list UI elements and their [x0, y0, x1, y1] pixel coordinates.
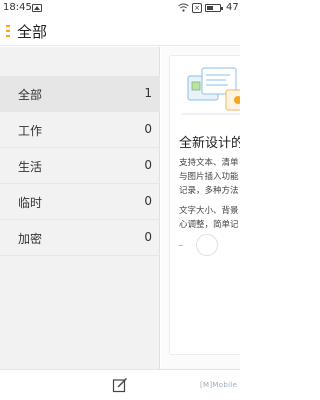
battery-icon	[205, 4, 223, 12]
battery-level: 47	[226, 2, 239, 13]
sidebar-item-life[interactable]: 生活 0	[0, 148, 160, 184]
sidebar-item-count: 1	[144, 86, 152, 100]
feature-illustration	[182, 67, 240, 115]
menu-icon[interactable]	[6, 25, 11, 37]
sidebar-item-count: 0	[144, 194, 152, 208]
note-body-line: 支持文本、清单	[179, 158, 239, 168]
sidebar-item-count: 0	[144, 230, 152, 244]
sidebar-item-label: 生活	[18, 160, 43, 174]
new-note-button[interactable]	[112, 377, 128, 393]
note-list-area: 全新设计的 支持文本、清单 与图片插入功能 记录，多种方法 文字大小、背景 心调…	[161, 47, 240, 369]
note-body-line: 心调整，简单记	[179, 220, 239, 230]
play-circle-icon[interactable]	[196, 234, 218, 256]
note-title: 全新设计的	[179, 136, 240, 151]
sidebar-item-all[interactable]: 全部 1	[0, 76, 160, 112]
sidebar-item-label: 加密	[18, 232, 43, 246]
wifi-icon	[178, 3, 189, 12]
note-body-line: 记录，多种方法	[179, 186, 239, 196]
note-body-line: 文字大小、背景	[179, 206, 239, 216]
bottom-bar: [M]Mobile	[0, 369, 240, 400]
note-body-line: 与图片插入功能	[179, 172, 239, 182]
sidebar-item-count: 0	[144, 158, 152, 172]
image-notification-icon	[32, 4, 42, 12]
note-card[interactable]: 全新设计的 支持文本、清单 与图片插入功能 记录，多种方法 文字大小、背景 心调…	[169, 55, 240, 355]
sidebar-item-label: 全部	[18, 88, 43, 102]
sidebar-item-label: 工作	[18, 124, 43, 138]
title-bar: 全部	[0, 16, 240, 46]
sidebar-item-count: 0	[144, 122, 152, 136]
note-body: 支持文本、清单 与图片插入功能 记录，多种方法 文字大小、背景 心调整，简单记	[179, 156, 239, 238]
no-sim-icon: ×	[192, 3, 202, 13]
divider	[179, 245, 183, 246]
brand-watermark: [M]Mobile	[200, 381, 238, 389]
category-sidebar: 全部 1 工作 0 生活 0 临时 0 加密 0	[0, 47, 160, 369]
sidebar-item-work[interactable]: 工作 0	[0, 112, 160, 148]
status-time: 18:45	[3, 2, 32, 13]
sidebar-item-label: 临时	[18, 196, 43, 210]
page-title: 全部	[17, 23, 48, 41]
sidebar-item-temporary[interactable]: 临时 0	[0, 184, 160, 220]
sidebar-item-encrypted[interactable]: 加密 0	[0, 220, 160, 256]
status-bar: 18:45 × 47	[0, 0, 240, 16]
